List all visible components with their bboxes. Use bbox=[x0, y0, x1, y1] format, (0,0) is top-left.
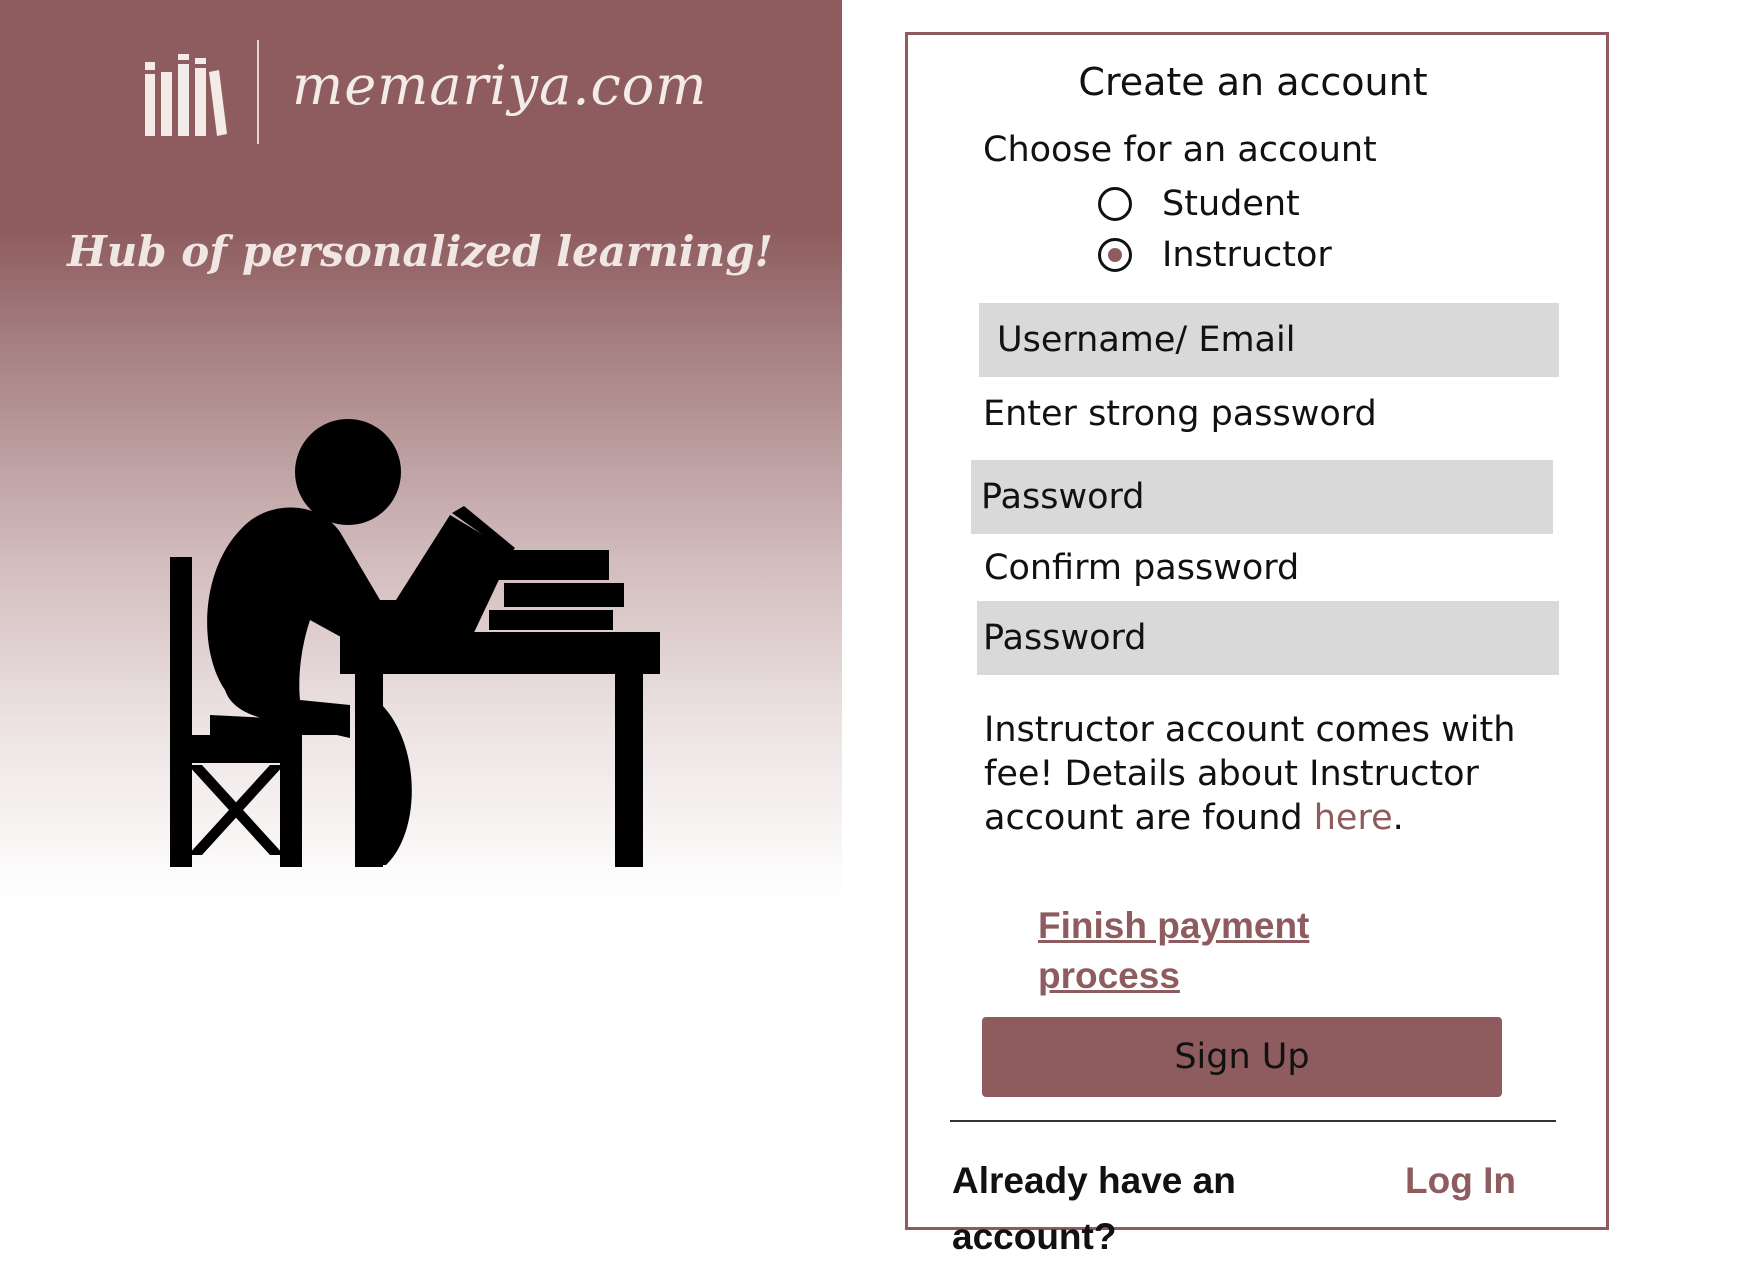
logo-divider bbox=[257, 40, 259, 144]
instructor-fee-period: . bbox=[1392, 798, 1404, 838]
brand-panel: memariya.com Hub of personalized learnin… bbox=[0, 0, 842, 940]
radio-dot-icon bbox=[1108, 248, 1122, 262]
signup-card: Create an account Choose for an account … bbox=[905, 32, 1609, 1257]
instructor-fee-text: Instructor account comes with fee! Detai… bbox=[984, 710, 1516, 838]
confirm-password-input[interactable] bbox=[977, 601, 1559, 675]
radio-circle-icon[interactable] bbox=[1098, 187, 1132, 221]
instructor-fee-note: Instructor account comes with fee! Detai… bbox=[984, 708, 1544, 848]
radio-instructor[interactable]: Instructor bbox=[1098, 232, 1498, 278]
password-label: Enter strong password bbox=[983, 394, 1377, 434]
details-here-link[interactable]: here bbox=[1314, 798, 1393, 838]
tagline: Hub of personalized learning! bbox=[67, 227, 773, 276]
username-email-input[interactable] bbox=[979, 303, 1559, 377]
finish-payment-link[interactable]: Finish payment process bbox=[1038, 901, 1458, 996]
site-name: memariya.com bbox=[292, 54, 708, 117]
divider bbox=[950, 1120, 1556, 1122]
radio-student[interactable]: Student bbox=[1098, 181, 1498, 227]
login-prompt: Already have an account? bbox=[952, 1160, 1236, 1257]
radio-selected-icon[interactable] bbox=[1098, 238, 1132, 272]
student-reading-at-desk-icon bbox=[170, 419, 660, 867]
radio-label-student: Student bbox=[1162, 184, 1300, 224]
login-row: Already have an account? Log In bbox=[952, 1153, 1572, 1257]
account-type-label: Choose for an account bbox=[983, 130, 1377, 170]
sign-up-button[interactable]: Sign Up bbox=[982, 1017, 1502, 1097]
form-title: Create an account bbox=[1078, 60, 1428, 104]
confirm-password-label: Confirm password bbox=[984, 548, 1300, 588]
books-icon bbox=[145, 54, 227, 136]
password-input[interactable] bbox=[971, 460, 1553, 534]
log-in-link[interactable]: Log In bbox=[1405, 1153, 1545, 1209]
radio-label-instructor: Instructor bbox=[1162, 235, 1332, 275]
